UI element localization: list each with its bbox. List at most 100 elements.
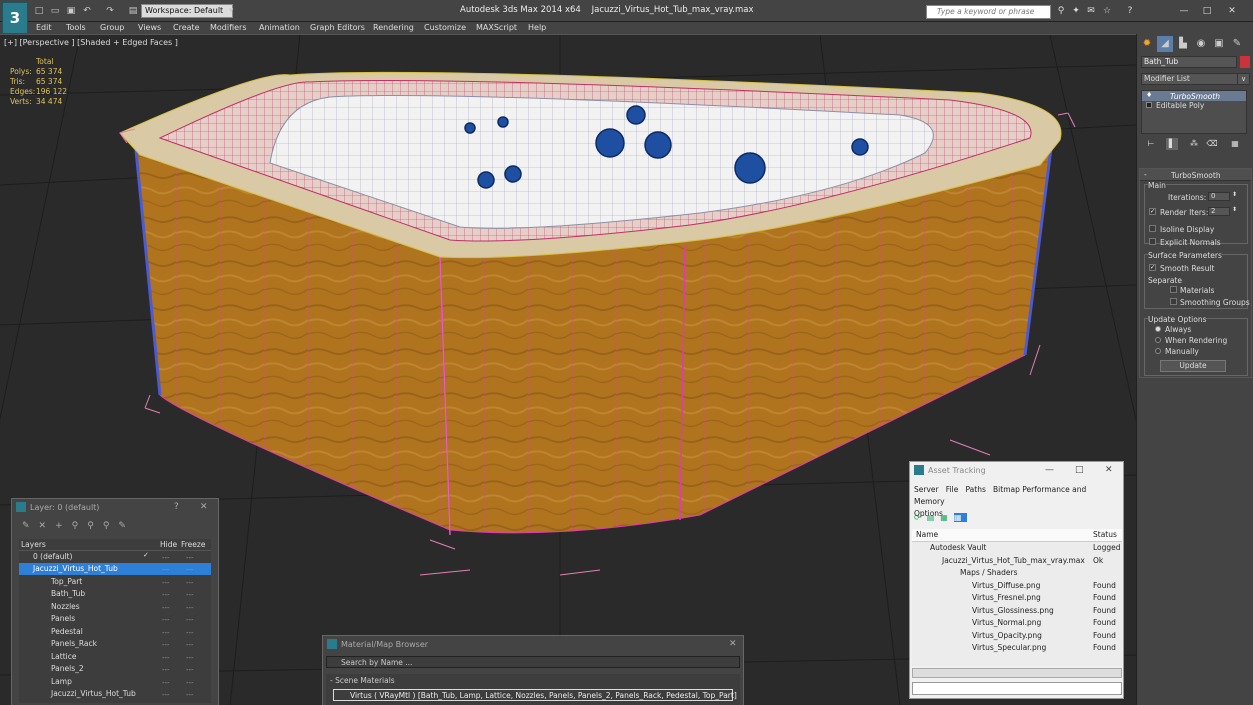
display-tab-icon[interactable]: ▣ [1211, 36, 1227, 52]
collapse-icon[interactable]: - [1144, 170, 1147, 179]
new-layer-icon[interactable]: ✎ [22, 521, 39, 531]
communication-icon[interactable]: ✉ [1085, 5, 1097, 17]
layer-row[interactable]: Panels_2 --- --- [19, 663, 211, 675]
menu-graph-editors[interactable]: Graph Editors [310, 22, 365, 33]
asset-row[interactable]: Maps / Shaders [912, 567, 1122, 580]
asset-row[interactable]: Autodesk Vault Logged [912, 542, 1122, 555]
spinner-arrows-icon[interactable]: ⬍ [1232, 191, 1237, 198]
minimize-icon[interactable]: — [1178, 5, 1190, 17]
asset-path-field[interactable] [912, 682, 1122, 695]
asset-row[interactable]: Virtus_Glossiness.png Found [912, 605, 1122, 618]
col-status[interactable]: Status [1093, 530, 1117, 539]
list-icon[interactable]: ▤ [927, 513, 941, 522]
save-file-icon[interactable]: ▣ [65, 5, 77, 17]
object-name-field[interactable]: Bath_Tub [1141, 56, 1237, 68]
asset-row[interactable]: Virtus_Opacity.png Found [912, 630, 1122, 643]
menu-maxscript[interactable]: MAXScript [476, 22, 517, 33]
render-iters-checkbox[interactable]: ✓ [1149, 208, 1156, 215]
hide-all-icon[interactable]: ⚲ [103, 521, 119, 531]
modifier-list-dropdown[interactable]: Modifier List [1141, 73, 1247, 85]
manually-radio[interactable] [1155, 348, 1161, 354]
open-file-icon[interactable]: ▭ [49, 5, 61, 17]
col-layers[interactable]: Layers [21, 540, 46, 549]
layer-row[interactable]: Top_Part --- --- [19, 576, 211, 588]
refresh-icon[interactable]: ⟳ [914, 513, 927, 522]
freeze-all-icon[interactable]: ✎ [118, 521, 135, 531]
menu-group[interactable]: Group [100, 22, 124, 33]
rollout-header[interactable]: - TurboSmooth [1140, 169, 1251, 181]
materials-checkbox[interactable] [1170, 286, 1177, 293]
project-folder-icon[interactable]: ▤ [127, 5, 139, 17]
layer-toolbar[interactable]: ✎✕+⚲⚲⚲✎ [22, 521, 135, 531]
utilities-tab-icon[interactable]: ✎ [1229, 36, 1245, 52]
menu-modifiers[interactable]: Modifiers [210, 22, 247, 33]
explicit-normals-checkbox[interactable] [1149, 238, 1156, 245]
menu-views[interactable]: Views [138, 22, 161, 33]
table-icon[interactable]: ▦ [940, 513, 954, 522]
viewport-label[interactable]: [+] [Perspective ] [Shaded + Edged Faces… [4, 38, 178, 47]
maximize-icon[interactable]: □ [1201, 5, 1213, 17]
menu-tools[interactable]: Tools [66, 22, 86, 33]
asset-row[interactable]: Virtus_Normal.png Found [912, 617, 1122, 630]
iterations-spinner[interactable]: 0 [1208, 192, 1230, 201]
menu-customize[interactable]: Customize [424, 22, 466, 33]
help-icon[interactable]: ? [174, 502, 179, 512]
hierarchy-tab-icon[interactable]: ▙ [1175, 36, 1191, 52]
subscription-icon[interactable]: ✦ [1070, 5, 1082, 17]
asset-menu-bitmap[interactable]: Bitmap Performance and Memory [914, 485, 1086, 506]
asset-horizontal-scrollbar[interactable] [912, 668, 1122, 678]
asset-row[interactable]: Virtus_Specular.png Found [912, 642, 1122, 655]
spinner-arrows-icon[interactable]: ⬍ [1232, 206, 1237, 213]
col-freeze[interactable]: Freeze [181, 540, 205, 549]
smooth-result-checkbox[interactable]: ✓ [1149, 264, 1156, 271]
layer-row[interactable]: Nozzles --- --- [19, 601, 211, 613]
layer-row[interactable]: Panels --- --- [19, 613, 211, 625]
material-item[interactable]: Virtus ( VRayMtl ) [Bath_Tub, Lamp, Latt… [333, 689, 737, 701]
object-color-swatch[interactable] [1240, 56, 1250, 68]
new-file-icon[interactable]: □ [33, 5, 45, 17]
binoculars-icon[interactable]: ⚲ [1055, 5, 1067, 17]
menu-animation[interactable]: Animation [259, 22, 300, 33]
layer-row-selected[interactable]: Jacuzzi_Virtus_Hot_Tub --- --- [19, 563, 211, 575]
update-button[interactable]: Update [1160, 360, 1226, 372]
layer-row[interactable]: Lattice --- --- [19, 651, 211, 663]
close-icon[interactable]: ✕ [200, 502, 208, 512]
scene-materials-group[interactable]: - Scene Materials [330, 676, 395, 685]
undo-icon[interactable]: ↶ [81, 5, 93, 17]
asset-menu-file[interactable]: File [946, 485, 959, 494]
app-logo[interactable]: 3 [2, 2, 28, 34]
close-icon[interactable]: ✕ [1105, 465, 1113, 475]
maximize-icon[interactable]: □ [1075, 465, 1084, 475]
help-icon[interactable]: ? [1124, 5, 1136, 17]
perspective-viewport[interactable]: [+] [Perspective ] [Shaded + Edged Faces… [0, 34, 1136, 705]
isoline-checkbox[interactable] [1149, 225, 1156, 232]
expand-icon[interactable] [1146, 102, 1152, 108]
close-icon[interactable]: ✕ [1226, 5, 1238, 17]
select-objects-icon[interactable]: ⚲ [72, 521, 88, 531]
asset-row[interactable]: Virtus_Diffuse.png Found [912, 580, 1122, 593]
minimize-icon[interactable]: — [1045, 465, 1054, 475]
chevron-down-icon[interactable]: ▾ [225, 5, 237, 17]
asset-toolbar[interactable]: ⟳▤▦▦ [914, 513, 968, 522]
always-radio[interactable] [1155, 326, 1161, 332]
layer-row[interactable]: Panels_Rack --- --- [19, 638, 211, 650]
pin-stack-icon[interactable]: ⊢ [1145, 138, 1157, 150]
check-icon[interactable]: ✓ [143, 551, 149, 559]
smoothing-groups-checkbox[interactable] [1170, 298, 1177, 305]
asset-row[interactable]: Virtus_Fresnel.png Found [912, 592, 1122, 605]
layer-row[interactable]: Pedestal --- --- [19, 626, 211, 638]
menu-create[interactable]: Create [173, 22, 200, 33]
col-name[interactable]: Name [916, 530, 938, 539]
workspace-dropdown[interactable]: Workspace: Default [141, 4, 233, 18]
layer-row[interactable]: Bath_Tub --- --- [19, 588, 211, 600]
asset-menu-server[interactable]: Server [914, 485, 939, 494]
redo-icon[interactable]: ↷ [104, 5, 116, 17]
layer-row[interactable]: Jacuzzi_Virtus_Hot_Tub --- --- [19, 688, 211, 700]
remove-modifier-icon[interactable]: ⌫ [1206, 138, 1218, 150]
layer-row[interactable]: 0 (default) ✓ --- --- [19, 551, 211, 563]
chevron-down-icon[interactable]: ∨ [1237, 73, 1250, 85]
when-rendering-radio[interactable] [1155, 337, 1161, 343]
configure-sets-icon[interactable]: ▦ [1229, 138, 1241, 150]
menu-rendering[interactable]: Rendering [373, 22, 414, 33]
delete-layer-icon[interactable]: ✕ [39, 521, 56, 531]
